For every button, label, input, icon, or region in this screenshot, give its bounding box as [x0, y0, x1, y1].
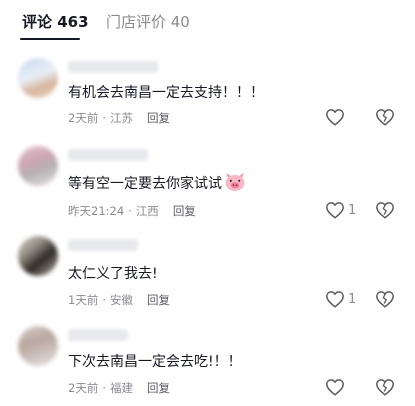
- avatar[interactable]: [18, 236, 58, 276]
- comment-text: 等有空一定要去你家试试: [68, 172, 246, 196]
- comment-text: 下次去南昌一定会去吃!！！: [68, 354, 242, 370]
- comment-location: 安徽: [109, 293, 133, 307]
- comment-text: 有机会去南昌一定去支持！！！: [68, 85, 264, 101]
- like-button[interactable]: 1: [325, 290, 375, 308]
- comment-location: 江西: [135, 204, 159, 218]
- comment-location: 福建: [109, 381, 133, 395]
- username[interactable]: [68, 329, 128, 341]
- tab-comments[interactable]: 评论 463: [22, 11, 89, 32]
- like-button[interactable]: 1: [325, 201, 375, 219]
- broken-heart-icon[interactable]: [375, 378, 395, 396]
- heart-icon: [325, 290, 345, 308]
- comment-meta: 1天前 · 安徽 回复: [68, 293, 170, 307]
- active-tab-indicator: [20, 38, 80, 40]
- comment-item: 等有空一定要去你家试试 昨天21:24 · 江西 回复 1: [0, 140, 415, 225]
- comment-tabs: 评论 463 门店评价 40: [0, 0, 415, 44]
- comment-item: 有机会去南昌一定去支持！！！ 2天前 · 江苏 回复: [0, 52, 415, 130]
- like-button[interactable]: [325, 378, 375, 396]
- broken-heart-icon[interactable]: [375, 201, 395, 219]
- comment-time: 2天前: [68, 111, 99, 125]
- like-button[interactable]: [325, 108, 375, 126]
- reply-button[interactable]: 回复: [173, 204, 196, 218]
- avatar[interactable]: [18, 326, 58, 366]
- reply-button[interactable]: 回复: [147, 293, 170, 307]
- like-count: 1: [348, 202, 357, 218]
- avatar[interactable]: [18, 146, 58, 186]
- comment-meta: 2天前 · 江苏 回复: [68, 111, 170, 125]
- comment-location: 江苏: [109, 111, 133, 125]
- comment-text-content: 等有空一定要去你家试试: [68, 176, 222, 192]
- broken-heart-icon[interactable]: [375, 108, 395, 126]
- username[interactable]: [68, 239, 138, 251]
- reply-button[interactable]: 回复: [147, 111, 170, 125]
- comment-time: 昨天21:24: [68, 204, 125, 218]
- pig-face-emoji: [224, 172, 246, 196]
- comment-text: 太仁义了我去!: [68, 266, 158, 282]
- heart-icon: [325, 201, 345, 219]
- comment-time: 1天前: [68, 293, 99, 307]
- comment-item: 太仁义了我去! 1天前 · 安徽 回复 1: [0, 230, 415, 315]
- heart-icon: [325, 108, 345, 126]
- broken-heart-icon[interactable]: [375, 290, 395, 308]
- comment-time: 2天前: [68, 381, 99, 395]
- comment-meta: 2天前 · 福建 回复: [68, 381, 170, 395]
- comment-item: 下次去南昌一定会去吃!！！ 2天前 · 福建 回复: [0, 320, 415, 406]
- like-count: 1: [348, 291, 357, 307]
- comment-meta: 昨天21:24 · 江西 回复: [68, 204, 196, 218]
- username[interactable]: [68, 149, 148, 161]
- username[interactable]: [68, 61, 158, 73]
- reply-button[interactable]: 回复: [147, 381, 170, 395]
- heart-icon: [325, 378, 345, 396]
- tab-store-reviews[interactable]: 门店评价 40: [106, 11, 190, 32]
- avatar[interactable]: [18, 58, 58, 98]
